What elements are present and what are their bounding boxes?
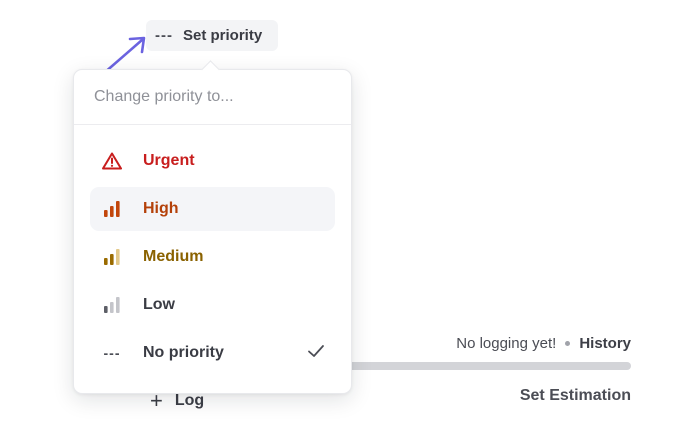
logging-status-text: No logging yet! — [456, 335, 557, 352]
history-link[interactable]: History — [579, 335, 631, 352]
priority-option-label: High — [143, 200, 179, 217]
signal-bars-high-icon — [101, 199, 123, 219]
dashes-icon: --- — [103, 345, 121, 361]
priority-option-urgent[interactable]: Urgent — [90, 139, 335, 183]
priority-option-label: Low — [143, 296, 175, 313]
separator-dot — [565, 341, 571, 346]
priority-option-no-priority[interactable]: --- No priority — [90, 331, 335, 375]
priority-search — [74, 70, 351, 125]
priority-option-label: Medium — [143, 248, 204, 265]
dashes-icon: --- — [155, 27, 173, 44]
warning-triangle-icon — [101, 151, 123, 171]
signal-bars-low-icon — [101, 295, 123, 315]
priority-option-low[interactable]: Low — [90, 283, 335, 327]
priority-option-high[interactable]: High — [90, 187, 335, 231]
priority-option-medium[interactable]: Medium — [90, 235, 335, 279]
set-priority-label: Set priority — [183, 27, 263, 44]
checkmark-icon — [307, 343, 325, 364]
log-button[interactable]: + Log — [150, 388, 205, 413]
priority-dropdown: Urgent High — [73, 69, 352, 394]
set-estimation-button[interactable]: Set Estimation — [520, 387, 631, 405]
priority-option-label: No priority — [143, 344, 224, 361]
priority-options: Urgent High Medium Low --- No priority — [74, 125, 351, 375]
priority-option-label: Urgent — [143, 152, 195, 169]
log-label: Log — [174, 392, 205, 409]
stage: No logging yet! History Set Estimation +… — [0, 0, 683, 438]
progress-bar — [345, 362, 631, 370]
signal-bars-medium-icon — [101, 247, 123, 267]
plus-icon: + — [150, 388, 163, 413]
set-priority-button[interactable]: --- Set priority — [146, 20, 278, 51]
logging-status: No logging yet! History — [456, 335, 631, 352]
priority-search-input[interactable] — [94, 88, 324, 106]
